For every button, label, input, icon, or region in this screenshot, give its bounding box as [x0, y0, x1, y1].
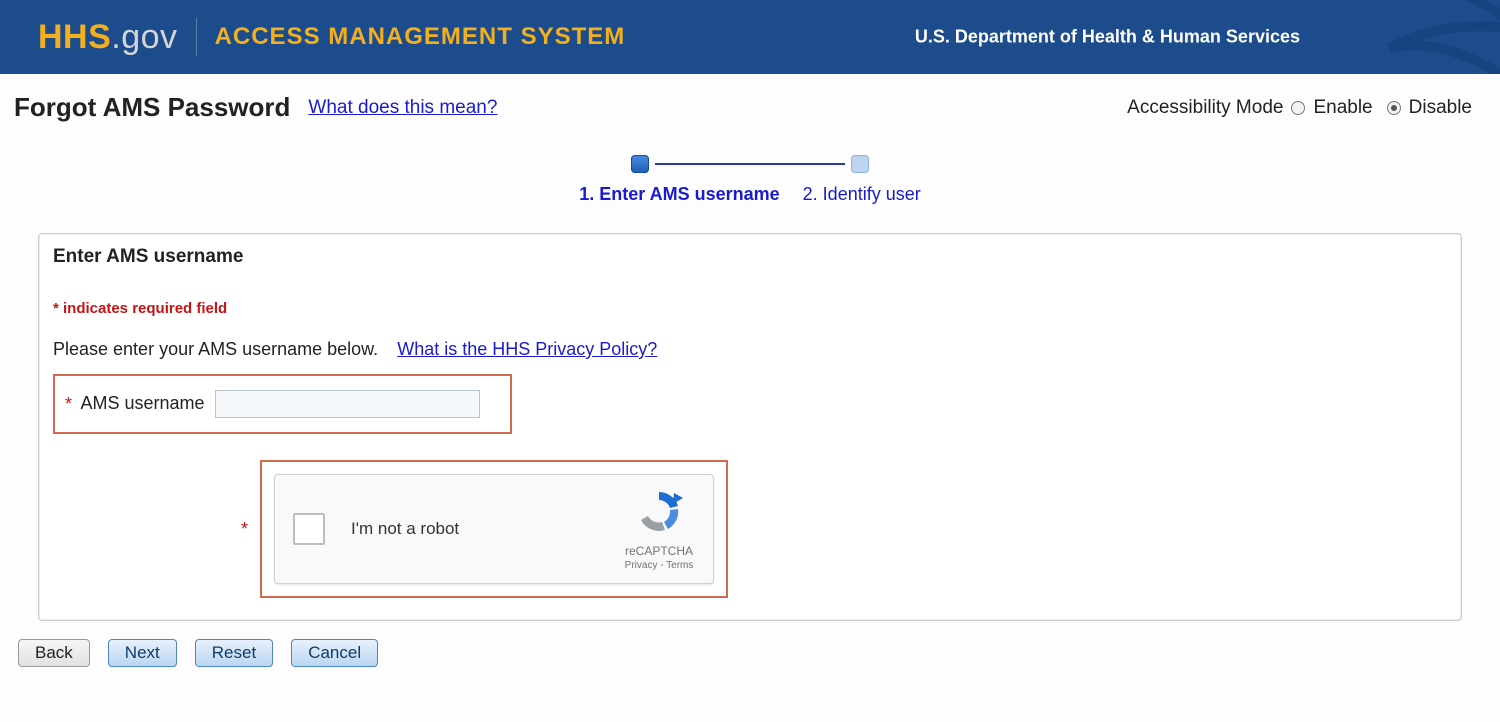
- department-text: U.S. Department of Health & Human Servic…: [915, 27, 1300, 48]
- ams-username-input[interactable]: [215, 390, 480, 418]
- step-label-2: 2. Identify user: [803, 184, 921, 204]
- cancel-button[interactable]: Cancel: [291, 639, 378, 667]
- step-track: [631, 155, 869, 173]
- step-labels: 1. Enter AMS username 2. Identify user: [0, 184, 1500, 205]
- captcha-highlight-box: I'm not a robot reCAPTCHA Privacy - Term…: [260, 460, 728, 598]
- instruction-line: Please enter your AMS username below. Wh…: [53, 339, 1447, 360]
- recaptcha-brand-text: reCAPTCHA: [619, 544, 699, 558]
- recaptcha-legal-text: Privacy - Terms: [619, 560, 699, 571]
- wizard-stepper: 1. Enter AMS username 2. Identify user: [0, 155, 1500, 205]
- reset-button[interactable]: Reset: [195, 639, 273, 667]
- recaptcha-icon: [634, 489, 684, 535]
- form-panel: Enter AMS username * indicates required …: [38, 233, 1462, 621]
- logo-suffix-text: .gov: [111, 18, 177, 56]
- step-bar: [655, 163, 845, 165]
- username-field-box: * AMS username: [53, 374, 512, 434]
- hhs-logo: HHS.gov: [38, 18, 178, 57]
- page-title: Forgot AMS Password: [14, 92, 290, 123]
- accessibility-enable-radio[interactable]: [1291, 101, 1305, 115]
- disable-label: Disable: [1409, 97, 1472, 119]
- enable-label: Enable: [1313, 97, 1372, 119]
- accessibility-disable-radio[interactable]: [1387, 101, 1401, 115]
- action-button-row: Back Next Reset Cancel: [18, 639, 1500, 667]
- logo-block: HHS.gov ACCESS MANAGEMENT SYSTEM: [38, 18, 625, 57]
- step-node-1: [631, 155, 649, 173]
- back-button[interactable]: Back: [18, 639, 90, 667]
- accessibility-label: Accessibility Mode: [1127, 97, 1283, 119]
- recaptcha-checkbox[interactable]: [293, 513, 325, 545]
- what-does-this-mean-link[interactable]: What does this mean?: [308, 97, 497, 119]
- step-node-2: [851, 155, 869, 173]
- recaptcha-widget: I'm not a robot reCAPTCHA Privacy - Term…: [274, 474, 714, 584]
- instruction-text: Please enter your AMS username below.: [53, 339, 378, 359]
- logo-brand-text: HHS: [38, 18, 111, 56]
- privacy-policy-link[interactable]: What is the HHS Privacy Policy?: [397, 339, 657, 359]
- required-field-note: * indicates required field: [53, 300, 1447, 317]
- required-star-icon: *: [65, 394, 72, 414]
- captcha-row: * I'm not a robot reCAPTCHA Privacy - Te…: [241, 460, 1447, 598]
- eagle-decoration-icon: [1320, 0, 1500, 74]
- required-star-icon: *: [241, 519, 248, 540]
- username-label: AMS username: [80, 393, 204, 413]
- recaptcha-text: I'm not a robot: [351, 519, 459, 539]
- app-title: ACCESS MANAGEMENT SYSTEM: [215, 23, 626, 51]
- accessibility-mode-block: Accessibility Mode Enable Disable: [1127, 97, 1486, 119]
- app-header: HHS.gov ACCESS MANAGEMENT SYSTEM U.S. De…: [0, 0, 1500, 74]
- step-label-1: 1. Enter AMS username: [579, 184, 779, 204]
- title-row: Forgot AMS Password What does this mean?…: [0, 74, 1500, 123]
- logo-divider: [196, 18, 197, 56]
- panel-heading: Enter AMS username: [53, 246, 1447, 268]
- next-button[interactable]: Next: [108, 639, 177, 667]
- recaptcha-branding: reCAPTCHA Privacy - Terms: [619, 489, 699, 571]
